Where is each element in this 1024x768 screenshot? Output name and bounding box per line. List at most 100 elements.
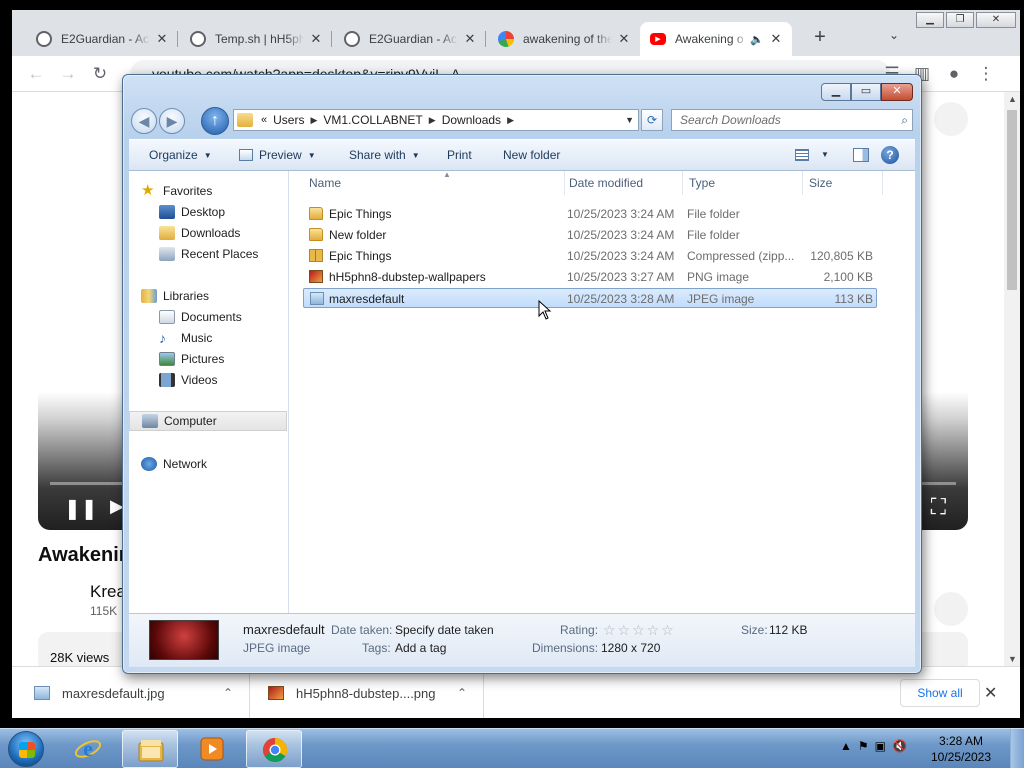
file-row-selected[interactable]: maxresdefault 10/25/2023 3:28 AM JPEG im… <box>303 288 877 308</box>
breadcrumb-arrow-icon[interactable]: ▶ <box>429 115 436 126</box>
back-arrow-icon[interactable]: ◀ <box>131 108 157 134</box>
breadcrumb-arrow-icon[interactable]: ▶ <box>507 115 514 126</box>
address-breadcrumb[interactable]: « Users ▶ VM1.COLLABNET ▶ Downloads ▶ ▼ <box>233 109 639 131</box>
file-row[interactable]: New folder 10/25/2023 3:24 AM File folde… <box>303 225 877 245</box>
tab-temp-sh[interactable]: Temp.sh | hH5phn ✕ <box>180 22 332 56</box>
close-icon[interactable]: ✕ <box>768 31 784 47</box>
close-button[interactable]: ✕ <box>976 12 1016 28</box>
print-button[interactable]: Print <box>447 148 472 162</box>
close-icon[interactable]: ✕ <box>984 683 997 703</box>
profile-icon[interactable]: ● <box>944 64 964 84</box>
nav-pictures[interactable]: Pictures <box>129 349 287 369</box>
page-scrollbar[interactable]: ▲ ▼ <box>1004 92 1020 666</box>
close-icon[interactable]: ✕ <box>308 31 324 47</box>
globe-icon <box>344 31 360 47</box>
more-actions-button[interactable] <box>934 592 968 626</box>
pause-icon[interactable]: ❚❚ <box>64 496 98 521</box>
column-header-type[interactable]: Type <box>683 171 803 195</box>
download-item-hh5phn8[interactable]: hH5phn8-dubstep....png ⌃ <box>250 667 484 718</box>
close-icon[interactable]: ✕ <box>154 31 170 47</box>
date-taken-value[interactable]: Specify date taken <box>395 623 494 637</box>
taskbar-google-chrome[interactable] <box>246 730 302 768</box>
back-icon[interactable]: ← <box>26 64 46 84</box>
tab-title: awakening of the <box>523 32 612 46</box>
view-details-icon[interactable] <box>795 149 809 161</box>
organize-menu[interactable]: Organize ▼ <box>149 148 212 162</box>
menu-icon[interactable]: ⋮ <box>976 64 996 84</box>
search-icon[interactable]: ⌕ <box>901 113 908 128</box>
nav-documents[interactable]: Documents <box>129 307 287 327</box>
overflow-chevron-icon[interactable]: « <box>261 114 267 126</box>
tags-value[interactable]: Add a tag <box>395 641 446 655</box>
nav-favorites[interactable]: ★ Favorites <box>129 181 287 201</box>
search-input[interactable] <box>672 110 892 130</box>
rating-stars-icon[interactable]: ☆☆☆☆☆ <box>603 622 676 639</box>
action-center-icon[interactable]: ⚑ <box>858 739 869 753</box>
help-icon[interactable]: ? <box>881 146 899 164</box>
reload-icon[interactable]: ↻ <box>90 64 110 84</box>
nav-recent-places[interactable]: Recent Places <box>129 244 287 264</box>
up-arrow-icon[interactable]: ↑ <box>201 107 229 135</box>
taskbar-clock[interactable]: 3:28 AM 10/25/2023 <box>926 733 996 765</box>
taskbar-file-explorer[interactable] <box>122 730 178 768</box>
volume-muted-icon[interactable]: 🔇 <box>892 739 907 753</box>
show-hidden-icons-icon[interactable]: ▲ <box>840 739 852 753</box>
close-button[interactable]: ✕ <box>881 83 913 101</box>
maximize-button[interactable]: ❐ <box>946 12 974 28</box>
search-box[interactable]: ⌕ <box>671 109 913 131</box>
refresh-icon[interactable]: ⟳ <box>641 109 663 131</box>
tab-e2guardian-2[interactable]: E2Guardian - Acc ✕ <box>334 22 486 56</box>
youtube-avatar[interactable] <box>934 102 968 136</box>
view-dropdown-icon[interactable]: ▼ <box>821 150 829 159</box>
download-item-maxresdefault[interactable]: maxresdefault.jpg ⌃ <box>12 667 250 718</box>
breadcrumb-downloads[interactable]: Downloads <box>442 113 501 127</box>
nav-downloads[interactable]: Downloads <box>129 223 287 243</box>
chevron-up-icon[interactable]: ⌃ <box>223 686 233 700</box>
tab-youtube-active[interactable]: ▶ Awakening o 🔈 ✕ <box>640 22 792 56</box>
breadcrumb-users[interactable]: Users <box>273 113 304 127</box>
nav-videos[interactable]: Videos <box>129 370 287 390</box>
breadcrumb-vm1-collabnet[interactable]: VM1.COLLABNET <box>323 113 422 127</box>
channel-name[interactable]: Krea <box>90 582 126 602</box>
fullscreen-icon[interactable]: ⛶ <box>931 494 946 520</box>
preview-menu[interactable]: Preview ▼ <box>239 148 316 162</box>
maximize-button[interactable]: ▭ <box>851 83 881 101</box>
taskbar-media-player[interactable] <box>184 730 240 768</box>
minimize-button[interactable]: ▁ <box>916 12 944 28</box>
preview-pane-icon[interactable] <box>853 148 869 162</box>
breadcrumb-arrow-icon[interactable]: ▶ <box>310 115 317 126</box>
show-desktop-button[interactable] <box>1010 729 1024 768</box>
file-row[interactable]: Epic Things 10/25/2023 3:24 AM Compresse… <box>303 246 877 266</box>
address-dropdown-icon[interactable]: ▼ <box>625 115 634 125</box>
tab-e2guardian-1[interactable]: E2Guardian - Acc ✕ <box>26 22 178 56</box>
nav-network[interactable]: Network <box>129 454 287 474</box>
forward-icon[interactable]: → <box>58 64 78 84</box>
close-icon[interactable]: ✕ <box>616 31 632 47</box>
nav-desktop[interactable]: Desktop <box>129 202 287 222</box>
close-icon[interactable]: ✕ <box>462 31 478 47</box>
file-row[interactable]: hH5phn8-dubstep-wallpapers 10/25/2023 3:… <box>303 267 877 287</box>
network-status-icon[interactable]: ▣ <box>875 739 886 753</box>
chevron-up-icon[interactable]: ⌃ <box>457 686 467 700</box>
file-row[interactable]: Epic Things 10/25/2023 3:24 AM File fold… <box>303 204 877 224</box>
taskbar-internet-explorer[interactable]: e <box>60 730 116 768</box>
forward-arrow-icon[interactable]: ▶ <box>159 108 185 134</box>
share-with-menu[interactable]: Share with ▼ <box>349 148 420 162</box>
column-header-size[interactable]: Size <box>803 171 883 195</box>
tab-search-chevron-icon[interactable]: ⌄ <box>884 28 904 48</box>
show-all-button[interactable]: Show all <box>900 679 980 707</box>
column-header-name[interactable]: Name ▲ <box>303 170 565 195</box>
scroll-thumb[interactable] <box>1007 110 1017 290</box>
new-tab-button[interactable]: + <box>808 26 832 50</box>
nav-computer[interactable]: Computer <box>129 411 287 431</box>
scroll-down-icon[interactable]: ▼ <box>1008 654 1017 664</box>
tab-google-search[interactable]: awakening of the ✕ <box>488 22 640 56</box>
column-header-date-modified[interactable]: Date modified <box>563 171 683 195</box>
speaker-icon[interactable]: 🔈 <box>750 33 764 46</box>
nav-music[interactable]: ♪ Music <box>129 328 287 348</box>
scroll-up-icon[interactable]: ▲ <box>1008 94 1017 104</box>
minimize-button[interactable]: ▁ <box>821 83 851 101</box>
nav-libraries[interactable]: Libraries <box>129 286 287 306</box>
new-folder-button[interactable]: New folder <box>503 148 560 162</box>
start-button[interactable] <box>8 731 44 767</box>
